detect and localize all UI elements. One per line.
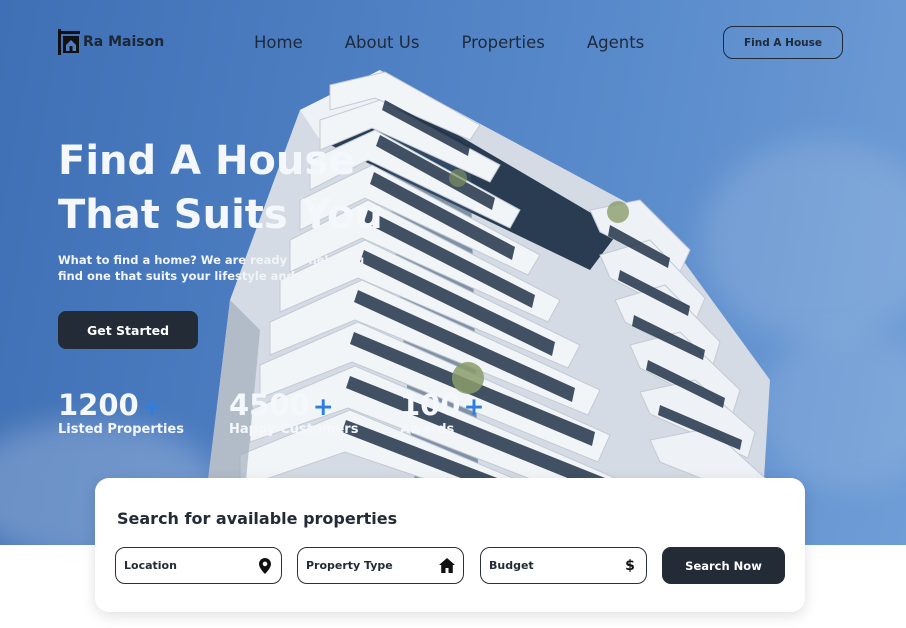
brand-logo[interactable]: Ra Maison: [58, 29, 164, 55]
map-pin-icon: [257, 557, 273, 574]
stat-plus: +: [463, 392, 485, 421]
stat-label: Awards: [400, 422, 455, 437]
nav-link-about-us[interactable]: About Us: [345, 33, 420, 52]
stat-awards: 100 + Awards: [400, 388, 485, 437]
hero-title: Find A House That Suits You: [58, 134, 478, 242]
nav-link-properties[interactable]: Properties: [461, 33, 544, 52]
budget-field[interactable]: Budget $: [480, 547, 647, 584]
location-field-label: Location: [124, 559, 177, 572]
stat-plus: +: [312, 392, 334, 421]
stat-value: 4500: [229, 388, 310, 422]
property-search-card: Search for available properties Location…: [95, 478, 805, 612]
stat-label: Happy Customers: [229, 422, 359, 437]
stat-listed-properties: 1200 + Listed Properties: [58, 388, 184, 437]
stat-label: Listed Properties: [58, 422, 184, 437]
hero-section: Ra Maison Home About Us Properties Agent…: [0, 0, 906, 545]
find-a-house-button[interactable]: Find A House: [723, 26, 843, 59]
get-started-button[interactable]: Get Started: [58, 311, 198, 349]
search-now-button[interactable]: Search Now: [662, 547, 785, 584]
hero-subtitle: What to find a home? We are ready to hel…: [58, 253, 365, 283]
nav-link-agents[interactable]: Agents: [587, 33, 644, 52]
stat-plus: +: [141, 392, 163, 421]
main-nav: Home About Us Properties Agents: [254, 33, 686, 52]
stat-value: 1200: [58, 388, 139, 422]
stat-happy-customers: 4500 + Happy Customers: [229, 388, 358, 437]
property-type-field[interactable]: Property Type: [297, 547, 464, 584]
dollar-icon: $: [625, 557, 635, 574]
location-field[interactable]: Location: [115, 547, 282, 584]
stat-value: 100: [400, 388, 461, 422]
budget-field-label: Budget: [489, 559, 534, 572]
house-logo-icon: [58, 29, 80, 55]
brand-name: Ra Maison: [83, 34, 165, 50]
nav-link-home[interactable]: Home: [254, 33, 303, 52]
home-icon: [439, 558, 455, 574]
hero-title-line-2: That Suits You: [58, 192, 383, 238]
search-card-title: Search for available properties: [117, 509, 398, 528]
hero-title-line-1: Find A House: [58, 138, 356, 184]
property-type-field-label: Property Type: [306, 559, 393, 572]
